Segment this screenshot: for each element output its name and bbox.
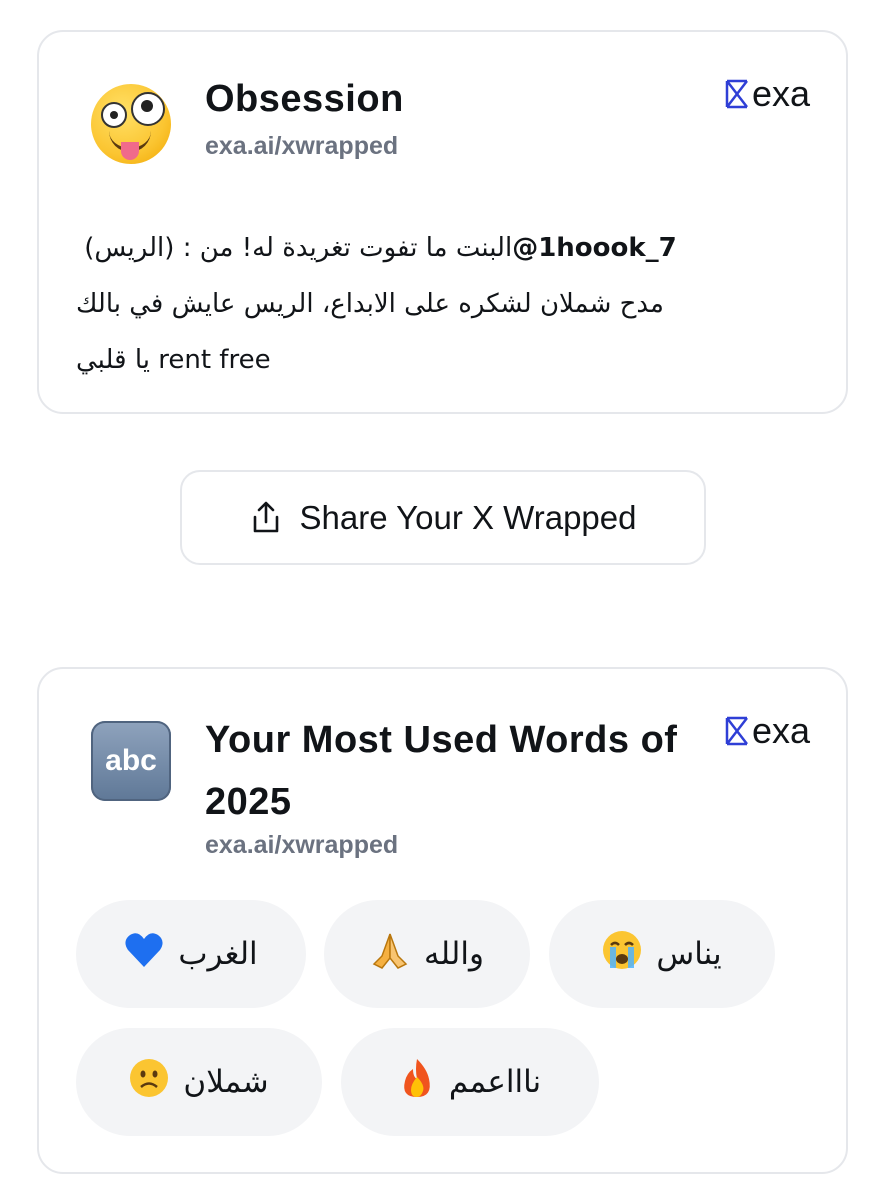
tweet-text: البنت ما تفوت تغريدة له! من : (الريس) @1… — [76, 220, 796, 388]
share-upload-icon — [253, 501, 278, 532]
exa-logo-mark-icon — [725, 716, 748, 746]
obsession-card: Obsession exa.ai/xwrapped exa البنت ما ت… — [37, 30, 848, 414]
exa-logo-text: exa — [751, 73, 810, 114]
zany-face-icon — [91, 84, 171, 164]
loudly-crying-face-icon — [602, 930, 642, 979]
tweet-line-2: مدح شملان لشكره على الابداع، الريس عايش … — [76, 276, 796, 332]
word-pill: ناااعمم — [341, 1028, 599, 1136]
exa-logo-text: exa — [751, 710, 810, 751]
tweet-mention[interactable]: @1hoook_7 — [512, 233, 677, 263]
tweet-line-2-text: مدح شملان لشكره على الابداع، الريس عايش … — [76, 289, 664, 319]
share-button-label: Share Your X Wrapped — [299, 498, 637, 536]
exa-logo: exa — [724, 76, 810, 112]
tweet-line-3: يا قلبي rent free — [76, 332, 796, 388]
word-text: الغرب — [178, 936, 258, 972]
word-pill: الغرب — [76, 900, 306, 1008]
tweet-line-3-english: rent free — [158, 345, 271, 375]
exa-logo-mark-icon — [725, 79, 748, 109]
card-subtitle-link[interactable]: exa.ai/xwrapped — [205, 831, 398, 860]
fire-icon — [399, 1057, 435, 1108]
blue-heart-icon — [124, 931, 164, 978]
word-text: والله — [424, 936, 484, 972]
share-x-wrapped-button[interactable]: Share Your X Wrapped — [180, 470, 706, 565]
word-text: شملان — [183, 1064, 269, 1100]
tweet-line-1-arabic: البنت ما تفوت تغريدة له! من : (الريس) — [76, 233, 513, 263]
most-used-words-card: abc Your Most Used Words of 2025 exa.ai/… — [37, 667, 848, 1174]
word-pill: يناس — [549, 900, 775, 1008]
tweet-line-1: البنت ما تفوت تغريدة له! من : (الريس) @1… — [76, 220, 796, 276]
word-text: يناس — [656, 936, 722, 972]
card-title: Your Most Used Words of 2025 — [205, 719, 678, 823]
folded-hands-icon — [370, 930, 410, 979]
tweet-line-3-arabic: يا قلبي — [76, 345, 150, 375]
abc-icon: abc — [91, 721, 171, 801]
word-pill: شملان — [76, 1028, 322, 1136]
frowning-face-icon — [129, 1058, 169, 1107]
word-text: ناااعمم — [448, 1064, 542, 1100]
card-title: Obsession — [205, 78, 404, 120]
exa-logo: exa — [724, 713, 810, 749]
card-subtitle-link[interactable]: exa.ai/xwrapped — [205, 132, 398, 161]
word-pill: والله — [324, 900, 530, 1008]
